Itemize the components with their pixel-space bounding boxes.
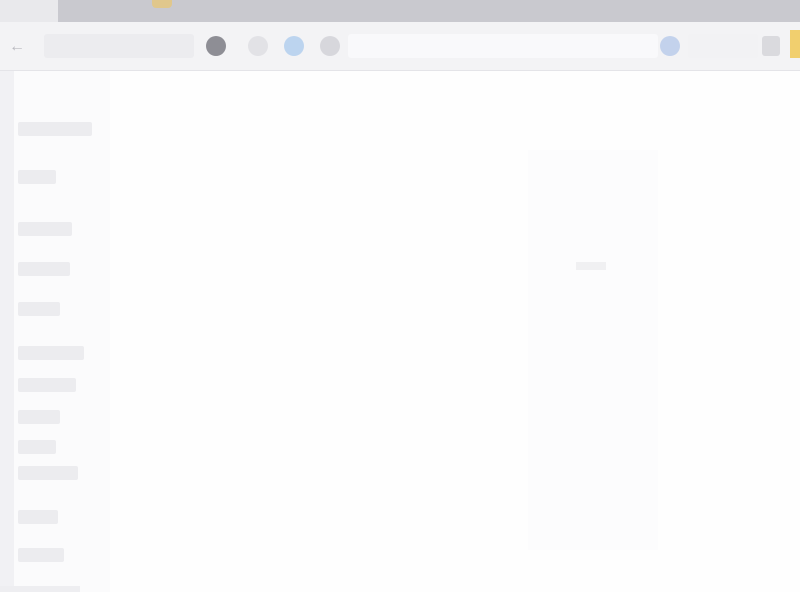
side-tab[interactable] (790, 30, 800, 58)
menu-icon[interactable] (762, 36, 780, 56)
sidebar-item[interactable] (18, 410, 60, 424)
address-bar[interactable] (348, 34, 658, 58)
navigation-box[interactable] (44, 34, 194, 58)
sidebar-item[interactable] (18, 466, 78, 480)
sidebar-item[interactable] (18, 122, 92, 136)
sidebar-item[interactable] (18, 302, 60, 316)
active-tab-indicator[interactable] (152, 0, 172, 8)
sidebar-item[interactable] (18, 440, 56, 454)
panel-text (576, 262, 606, 270)
tab-strip (0, 0, 800, 22)
main-content (110, 71, 800, 592)
sidebar-item[interactable] (18, 262, 70, 276)
stop-icon[interactable] (206, 36, 226, 56)
back-arrow-icon[interactable]: ← (6, 36, 28, 58)
app-menu-corner[interactable] (0, 0, 58, 22)
app-window: ← (0, 0, 800, 592)
sidebar-item[interactable] (18, 170, 56, 184)
browser-toolbar: ← (0, 22, 800, 71)
sidebar-item[interactable] (18, 346, 84, 360)
sidebar-item[interactable] (18, 222, 72, 236)
sidebar-item[interactable] (18, 510, 58, 524)
search-field[interactable] (688, 34, 758, 58)
sidebar-item[interactable] (18, 378, 76, 392)
sidebar-scroll-edge[interactable] (0, 71, 14, 592)
side-panel (528, 150, 658, 550)
home-icon[interactable] (248, 36, 268, 56)
sidebar-item[interactable] (18, 548, 64, 562)
bookmark-icon[interactable] (284, 36, 304, 56)
status-bar (0, 586, 80, 592)
search-icon[interactable] (660, 36, 680, 56)
reload-icon[interactable] (320, 36, 340, 56)
